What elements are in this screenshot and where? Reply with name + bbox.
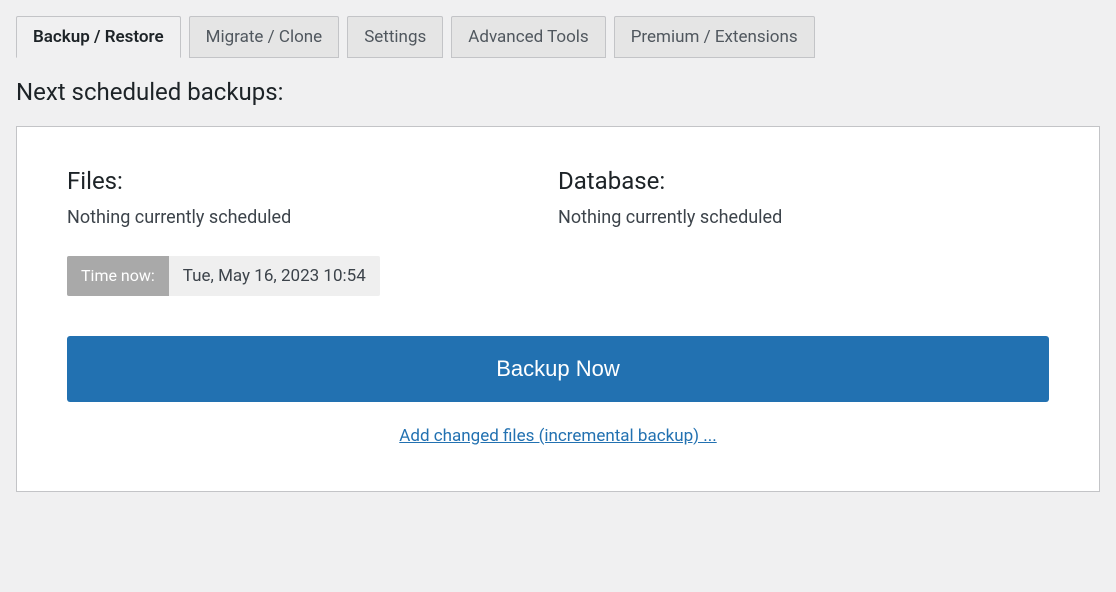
database-title: Database: [558, 167, 1049, 195]
tab-premium-extensions[interactable]: Premium / Extensions [614, 16, 815, 58]
tab-advanced-tools[interactable]: Advanced Tools [451, 16, 605, 58]
backup-panel: Files: Nothing currently scheduled Datab… [16, 126, 1100, 492]
files-title: Files: [67, 167, 558, 195]
tabs-nav: Backup / Restore Migrate / Clone Setting… [16, 16, 1100, 58]
time-now-label: Time now: [67, 256, 169, 296]
section-heading: Next scheduled backups: [16, 78, 1100, 106]
time-now-row: Time now: Tue, May 16, 2023 10:54 [67, 256, 380, 296]
files-status: Nothing currently scheduled [67, 207, 558, 228]
files-column: Files: Nothing currently scheduled [67, 167, 558, 228]
time-now-value: Tue, May 16, 2023 10:54 [169, 256, 380, 296]
tab-backup-restore[interactable]: Backup / Restore [16, 16, 181, 58]
backup-now-button[interactable]: Backup Now [67, 336, 1049, 402]
database-status: Nothing currently scheduled [558, 207, 1049, 228]
incremental-link-wrapper: Add changed files (incremental backup) .… [67, 426, 1049, 446]
database-column: Database: Nothing currently scheduled [558, 167, 1049, 228]
incremental-backup-link[interactable]: Add changed files (incremental backup) .… [399, 426, 716, 446]
tab-settings[interactable]: Settings [347, 16, 443, 58]
schedule-grid: Files: Nothing currently scheduled Datab… [67, 167, 1049, 228]
tab-migrate-clone[interactable]: Migrate / Clone [189, 16, 340, 58]
